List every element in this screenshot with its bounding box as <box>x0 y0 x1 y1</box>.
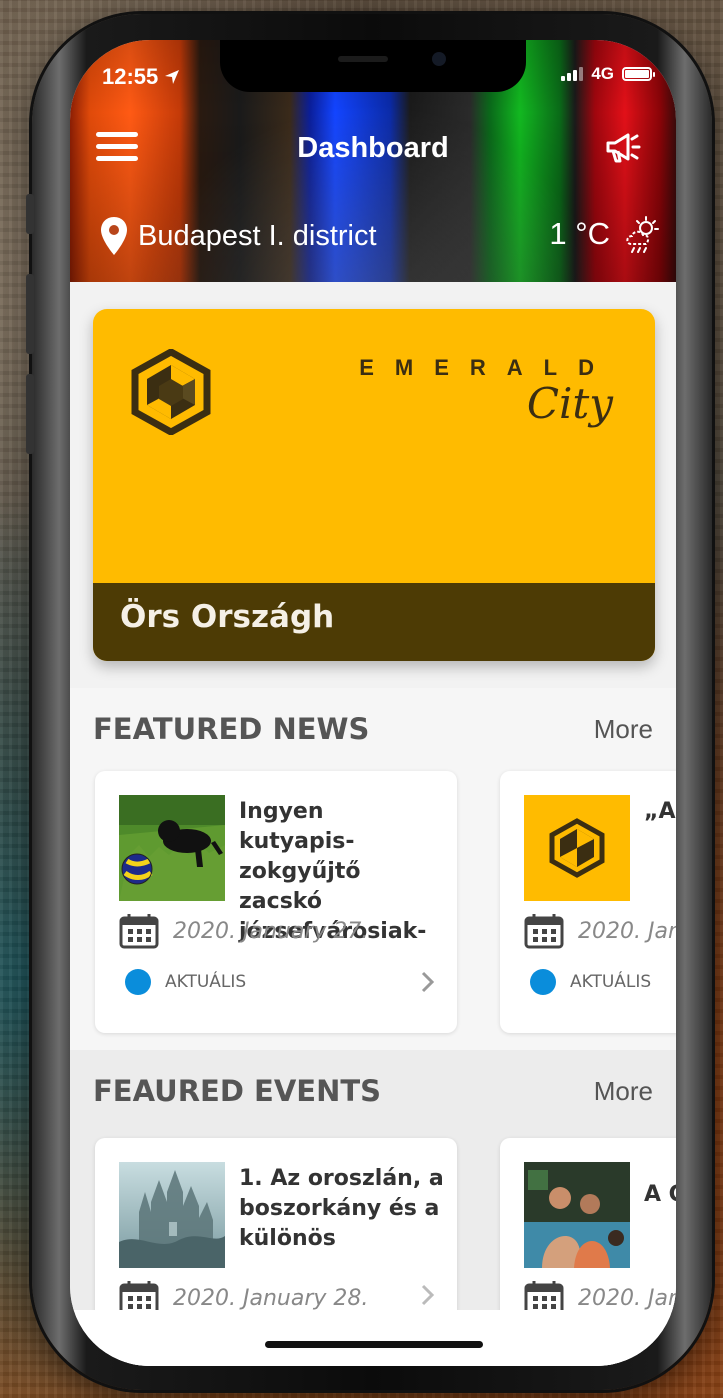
location-selector[interactable]: Budapest I. district <box>100 216 377 256</box>
emerald-city-logo-icon <box>131 347 211 439</box>
temperature: 1 °C <box>549 216 610 251</box>
front-camera <box>432 52 446 66</box>
calendar-icon <box>119 914 159 949</box>
news-card[interactable]: Ingyen kutyapis-zokgyűjtő zacskó józsefv… <box>95 771 457 1033</box>
news-card[interactable]: „Az oldal der 2020. Jant AKTUÁLIS <box>500 771 676 1033</box>
status-time: 12:55 <box>102 64 180 90</box>
news-category: AKTUÁLIS <box>125 969 246 995</box>
speaker <box>338 56 388 62</box>
event-thumbnail-castle-image <box>119 1162 225 1268</box>
event-date-text: 2020. Jant <box>578 1285 676 1311</box>
location-arrow-icon <box>164 64 180 89</box>
page-title: Dashboard <box>297 132 449 164</box>
section-title: FEAURED EVENTS <box>93 1074 382 1108</box>
news-title: „Az oldal der <box>644 799 676 824</box>
signal-icon <box>561 67 584 81</box>
category-label: AKTUÁLIS <box>570 972 652 992</box>
announcements-button[interactable] <box>604 128 650 168</box>
home-indicator[interactable] <box>265 1341 483 1348</box>
card-footer: Örs Országh <box>93 583 655 661</box>
chevron-right-icon[interactable] <box>421 971 435 997</box>
category-dot <box>125 969 151 995</box>
membership-card[interactable]: EMERALD City Örs Országh <box>93 309 655 661</box>
brand-subtitle: City <box>526 379 613 428</box>
category-label: AKTUÁLIS <box>165 972 247 992</box>
bottom-safe-area <box>70 1310 676 1366</box>
status-indicators: 4G <box>561 64 655 84</box>
map-pin-icon <box>101 217 127 255</box>
news-thumbnail-dog-image <box>119 795 225 901</box>
volume-down-button <box>26 374 34 454</box>
featured-news-section: FEATURED NEWS More Ingyen kutyapis-zokgy… <box>70 688 676 1050</box>
mute-switch <box>26 194 34 234</box>
cloud-sun-rain-icon <box>626 216 659 253</box>
category-dot <box>530 969 556 995</box>
event-date-text: 2020. January 28. <box>173 1285 369 1311</box>
card-holder-name: Örs Országh <box>120 599 335 635</box>
status-time-text: 12:55 <box>102 64 159 89</box>
location-name: Budapest I. district <box>138 219 377 252</box>
weather-widget: 1 °C <box>549 214 662 254</box>
battery-icon <box>622 67 655 81</box>
event-title: A G - TE <box>644 1182 676 1207</box>
calendar-icon <box>524 914 564 949</box>
events-more-link[interactable]: More <box>594 1076 653 1107</box>
volume-up-button <box>26 274 34 354</box>
nav-bar: Dashboard <box>70 126 676 170</box>
brand-wordmark: EMERALD <box>359 355 615 380</box>
news-more-link[interactable]: More <box>594 714 653 745</box>
news-date: 2020. January 27. <box>119 913 368 949</box>
event-title: 1. Az oroszlán, a boszorkány és a különö… <box>239 1166 444 1251</box>
news-date: 2020. Jant <box>524 913 676 949</box>
camera-notch <box>220 40 526 92</box>
app-screen: 12:55 4G Dashboard Budapest I. district … <box>70 40 676 1366</box>
news-date-text: 2020. January 27. <box>173 918 369 944</box>
emerald-city-logo-icon <box>549 818 605 878</box>
megaphone-icon <box>606 133 641 163</box>
network-type: 4G <box>591 64 614 83</box>
news-date-text: 2020. Jant <box>578 918 676 944</box>
news-thumbnail-logo-image <box>524 795 630 901</box>
news-category: AKTUÁLIS <box>530 969 651 995</box>
chevron-right-icon[interactable] <box>421 1284 435 1310</box>
section-title: FEATURED NEWS <box>93 712 370 746</box>
event-thumbnail-people-image <box>524 1162 630 1268</box>
